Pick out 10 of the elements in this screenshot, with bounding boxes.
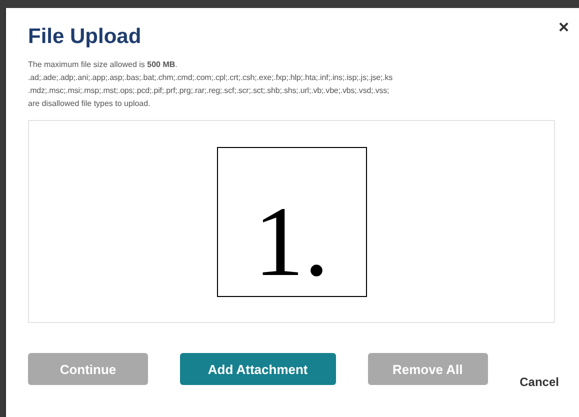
file-types-line: .ad;.ade;.adp;.ani;.app;.asp;.bas;.bat;.chm;.cmd;.com;.cpl;.crt;.csh;.exe;.fxp;.hlp;.hta;.inf;.ins;.isp;.js;.jse;.ks: [28, 72, 393, 84]
add-attachment-button[interactable]: Add Attachment: [180, 353, 336, 386]
file-types-line: .mdz;.msc;.msi;.msp;.mst;.ops;.pcd;.pif;.prf;.prg;.rar;.reg;.scf;.scr;.sct;.shb;.shs;.url;.vb;.vbe;.vbs;.vsd;.vss;: [28, 85, 390, 98]
close-button[interactable]: ×: [558, 18, 569, 36]
cancel-link[interactable]: Cancel: [520, 373, 559, 392]
size-note: The maximum file size allowed is 500 MB.: [28, 59, 178, 72]
step-callout: 1.: [216, 146, 366, 297]
drop-zone[interactable]: 1.: [28, 120, 555, 324]
dialog-title: File Upload: [28, 24, 142, 50]
disallowed-note: are disallowed file types to upload.: [28, 98, 150, 110]
